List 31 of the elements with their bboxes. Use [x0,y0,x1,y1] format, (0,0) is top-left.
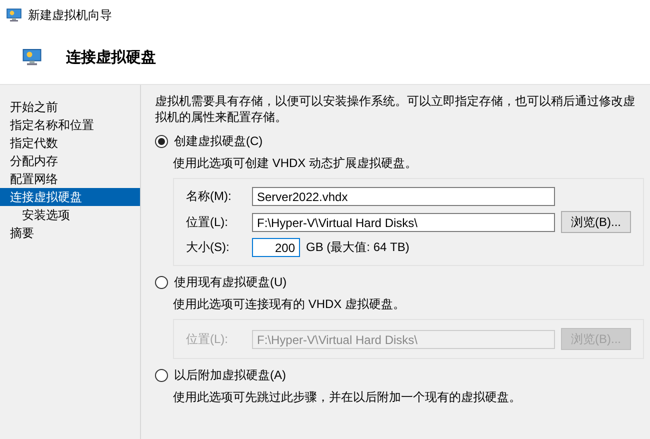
name-field[interactable]: Server2022.vhdx [252,187,555,206]
radio-label[interactable]: 以后附加虚拟硬盘(A) [174,368,286,383]
radio-button[interactable] [155,369,168,382]
browse-button[interactable]: 浏览(B)... [561,211,631,233]
radio-label[interactable]: 使用现有虚拟硬盘(U) [174,275,287,290]
field-label: 位置(L): [186,332,229,346]
page-title: 连接虚拟硬盘 [66,50,156,64]
radio-button[interactable] [155,276,168,289]
intro-text: 虚拟机需要具有存储，以便可以安装操作系统。可以立即指定存储，也可以稍后通过修改虚拟机的属性来配置存储。 [155,93,636,125]
option-description: 使用此选项可连接现有的 VHDX 虚拟硬盘。 [173,297,406,312]
size-unit: GB (最大值: 64 TB) [306,240,410,255]
header-icon [22,47,42,67]
field-label: 名称(M): [186,189,232,204]
option-description: 使用此选项可先跳过此步骤，并在以后附加一个现有的虚拟硬盘。 [173,390,522,405]
window-title: 新建虚拟机向导 [28,8,112,22]
wizard-step[interactable]: 指定名称和位置 [0,116,140,134]
radio-label[interactable]: 创建虚拟硬盘(C) [174,134,263,149]
radio-button[interactable] [155,135,168,148]
wizard-step[interactable]: 连接虚拟硬盘 [0,188,140,206]
wizard-step[interactable]: 指定代数 [0,134,140,152]
wizard-step[interactable]: 配置网络 [0,170,140,188]
field-label: 大小(S): [186,240,230,255]
wizard-step[interactable]: 摘要 [0,224,140,242]
field-label: 位置(L): [186,214,229,230]
wizard-step[interactable]: 安装选项 [0,206,140,224]
wizard-step[interactable]: 分配内存 [0,152,140,170]
size-field[interactable]: 200 [252,238,300,257]
option-description: 使用此选项可创建 VHDX 动态扩展虚拟硬盘。 [173,156,418,171]
wizard-step[interactable]: 开始之前 [0,98,140,116]
location-field[interactable]: F:\Hyper-V\Virtual Hard Disks\ [252,212,555,232]
app-icon [6,7,22,23]
